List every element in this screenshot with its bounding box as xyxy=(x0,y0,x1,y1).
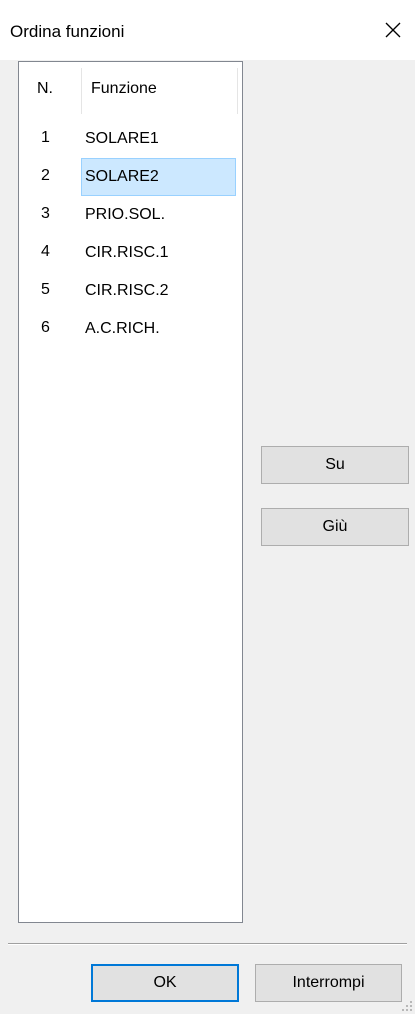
list-header: N. Funzione xyxy=(19,62,242,120)
row-function: PRIO.SOL. xyxy=(85,206,166,223)
title-bar: Ordina funzioni xyxy=(0,0,415,60)
row-function: SOLARE2 xyxy=(81,158,236,196)
row-number: 4 xyxy=(41,243,50,260)
close-icon xyxy=(385,22,401,38)
column-header-function[interactable]: Funzione xyxy=(91,80,157,98)
list-row-6[interactable]: 6 A.C.RICH. xyxy=(19,310,242,348)
close-button[interactable] xyxy=(371,0,415,60)
list-rows: 1 SOLARE1 2 SOLARE2 3 PRIO.SOL. 4 CIR.RI… xyxy=(19,120,242,348)
column-header-number[interactable]: N. xyxy=(37,80,53,98)
footer-separator xyxy=(8,943,407,945)
row-number: 3 xyxy=(41,205,50,222)
cancel-button[interactable]: Interrompi xyxy=(255,964,402,1002)
ok-button[interactable]: OK xyxy=(91,964,239,1002)
row-number: 1 xyxy=(41,129,50,146)
resize-grip-icon[interactable] xyxy=(401,1000,413,1012)
list-row-5[interactable]: 5 CIR.RISC.2 xyxy=(19,272,242,310)
move-down-button[interactable]: Giù xyxy=(261,508,409,546)
dialog-window: Ordina funzioni N. Funzione 1 SOLARE1 2 … xyxy=(0,0,415,1014)
row-function: CIR.RISC.1 xyxy=(85,244,169,261)
row-function: CIR.RISC.2 xyxy=(85,282,169,299)
list-row-1[interactable]: 1 SOLARE1 xyxy=(19,120,242,158)
column-divider[interactable] xyxy=(237,68,238,114)
row-number: 6 xyxy=(41,319,50,336)
functions-list[interactable]: N. Funzione 1 SOLARE1 2 SOLARE2 3 PRIO.S… xyxy=(18,61,243,923)
row-number: 5 xyxy=(41,281,50,298)
list-row-2[interactable]: 2 SOLARE2 xyxy=(19,158,242,196)
list-row-3[interactable]: 3 PRIO.SOL. xyxy=(19,196,242,234)
move-up-button[interactable]: Su xyxy=(261,446,409,484)
list-row-4[interactable]: 4 CIR.RISC.1 xyxy=(19,234,242,272)
window-title: Ordina funzioni xyxy=(10,22,125,41)
row-function: SOLARE1 xyxy=(85,130,159,147)
row-number: 2 xyxy=(41,167,50,184)
row-function: A.C.RICH. xyxy=(85,320,160,337)
column-divider[interactable] xyxy=(81,68,82,114)
